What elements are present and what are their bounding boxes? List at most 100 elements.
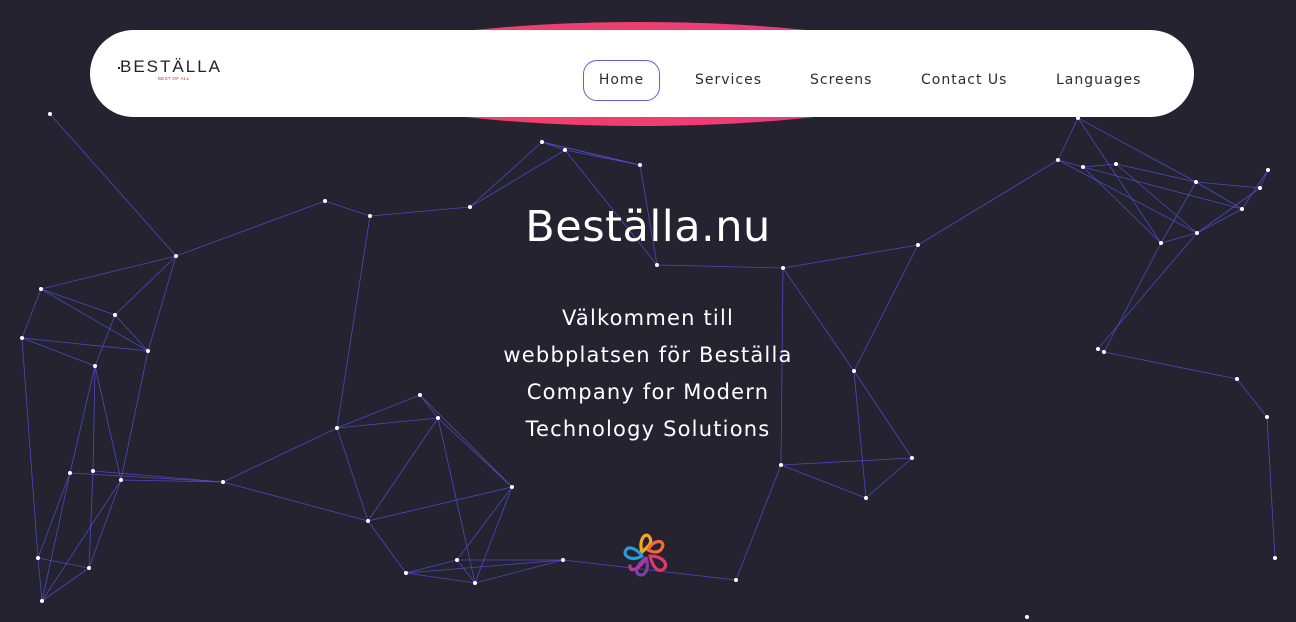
network-node xyxy=(366,519,370,523)
network-edge xyxy=(114,314,149,352)
network-node xyxy=(1266,168,1270,172)
network-edge xyxy=(41,479,122,602)
network-node xyxy=(93,364,97,368)
network-edge xyxy=(1236,378,1268,418)
network-edge xyxy=(735,464,782,581)
hero-title: Beställa.nu xyxy=(525,202,771,252)
brand-name: BESTÄLLA xyxy=(120,57,222,76)
network-edge xyxy=(222,427,338,483)
network-edge xyxy=(336,417,439,429)
network-edge xyxy=(94,314,116,367)
nav-item-home[interactable]: Home xyxy=(583,60,660,101)
network-node xyxy=(39,287,43,291)
navbar: BESTÄLLA BEST OF ALL Home Services Scree… xyxy=(90,30,1194,117)
network-node xyxy=(1265,415,1269,419)
network-node xyxy=(87,566,91,570)
network-edge xyxy=(88,470,94,569)
network-node xyxy=(734,578,738,582)
network-node xyxy=(1025,615,1029,619)
network-edge xyxy=(469,141,543,208)
network-edge xyxy=(853,370,913,459)
network-edge xyxy=(92,365,96,472)
network-node xyxy=(455,558,459,562)
network-edge xyxy=(114,255,177,316)
network-edge xyxy=(94,365,122,481)
network-edge xyxy=(120,350,149,481)
network-node xyxy=(404,571,408,575)
network-node xyxy=(113,313,117,317)
network-node xyxy=(638,163,642,167)
network-edge xyxy=(222,481,369,522)
network-node xyxy=(1235,377,1239,381)
network-edge xyxy=(865,457,913,499)
network-edge xyxy=(336,394,421,429)
nav-item-contact-us[interactable]: Contact Us xyxy=(921,60,1007,101)
network-edge xyxy=(1057,159,1084,168)
network-node xyxy=(473,581,477,585)
network-node xyxy=(1056,158,1060,162)
network-edge xyxy=(1103,242,1162,353)
network-node xyxy=(36,556,40,560)
nav-item-languages[interactable]: Languages xyxy=(1056,60,1141,101)
network-edge xyxy=(853,370,867,499)
network-edge xyxy=(474,486,513,584)
flower-loop-icon xyxy=(623,533,668,577)
network-edge xyxy=(1082,163,1117,168)
network-edge xyxy=(40,288,116,316)
network-edge xyxy=(1103,351,1238,380)
network-edge xyxy=(853,244,919,372)
brand-tagline: BEST OF ALL xyxy=(158,76,190,81)
network-node xyxy=(910,456,914,460)
network-edge xyxy=(88,479,122,569)
network-edge xyxy=(41,567,90,602)
network-node xyxy=(561,558,565,562)
network-edge xyxy=(21,337,39,559)
network-node xyxy=(1081,165,1085,169)
network-node xyxy=(1194,180,1198,184)
network-node xyxy=(68,471,72,475)
network-node xyxy=(540,140,544,144)
network-node xyxy=(510,485,514,489)
network-node xyxy=(146,349,150,353)
network-node xyxy=(1114,162,1118,166)
hero-subtitle: Välkommen till webbplatsen för Beställa … xyxy=(503,306,793,441)
network-edge xyxy=(405,572,476,584)
nav-item-screens[interactable]: Screens xyxy=(810,60,872,101)
network-edge xyxy=(1266,416,1276,559)
network-node xyxy=(1258,186,1262,190)
network-node xyxy=(418,393,422,397)
network-node xyxy=(655,263,659,267)
network-node xyxy=(779,463,783,467)
network-edge xyxy=(1259,169,1269,189)
network-edge xyxy=(1195,181,1261,189)
network-edge xyxy=(21,337,96,367)
network-edge xyxy=(37,557,43,602)
network-edge xyxy=(656,264,784,269)
network-edge xyxy=(780,464,867,499)
logo-dot xyxy=(118,67,120,69)
network-edge xyxy=(37,557,90,569)
network-edge xyxy=(1057,117,1079,161)
network-node xyxy=(335,426,339,430)
network-edge xyxy=(469,149,566,208)
network-edge xyxy=(780,457,913,466)
brand-logo[interactable]: BESTÄLLA BEST OF ALL xyxy=(118,57,222,81)
network-node xyxy=(864,496,868,500)
network-node xyxy=(91,469,95,473)
network-node xyxy=(852,369,856,373)
network-node xyxy=(119,478,123,482)
network-node xyxy=(436,416,440,420)
network-node xyxy=(563,148,567,152)
network-node xyxy=(1102,350,1106,354)
network-edge xyxy=(40,255,177,290)
nav-item-services[interactable]: Services xyxy=(695,60,762,101)
network-node xyxy=(40,599,44,603)
network-edge xyxy=(147,255,177,352)
network-edge xyxy=(21,288,42,339)
network-node xyxy=(174,254,178,258)
network-edge xyxy=(69,365,96,474)
network-node xyxy=(1096,347,1100,351)
network-node xyxy=(48,112,52,116)
network-edge xyxy=(367,417,439,522)
network-node xyxy=(221,480,225,484)
